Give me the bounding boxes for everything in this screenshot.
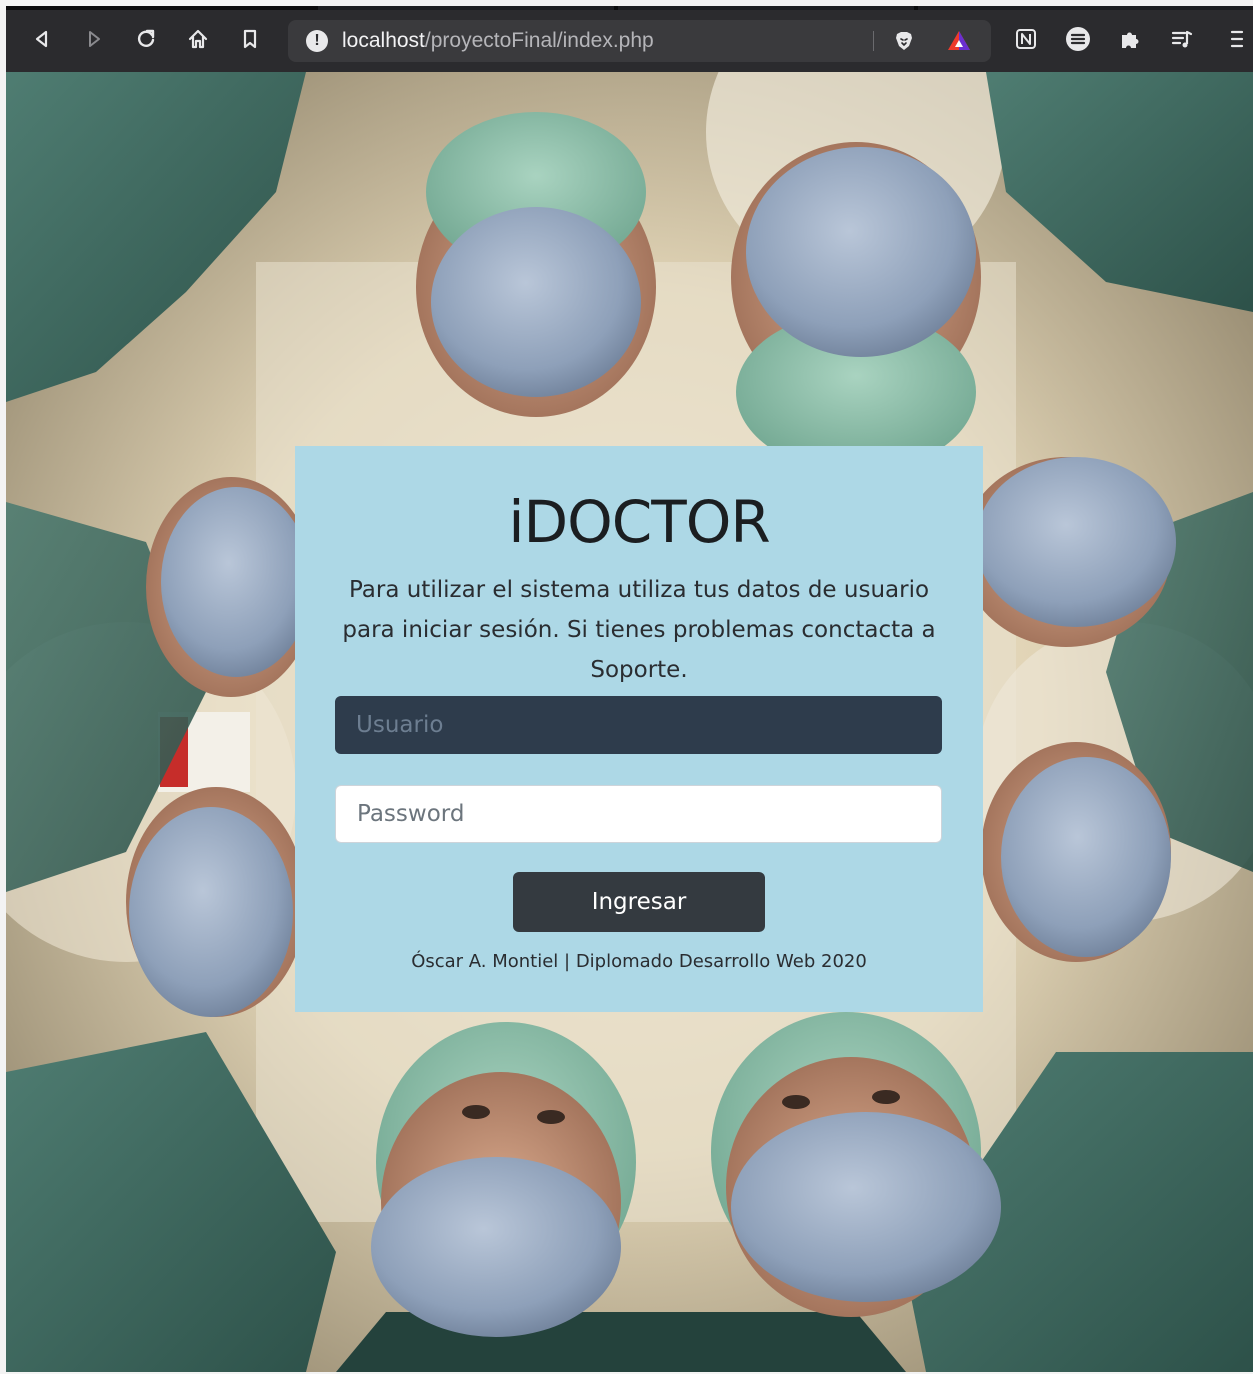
brave-rewards-triangle-icon[interactable]	[943, 25, 975, 57]
bookmark-icon[interactable]	[234, 23, 266, 55]
url-divider	[873, 31, 874, 51]
info-icon[interactable]: !	[306, 30, 328, 52]
url-path: /proyectoFinal/index.php	[424, 29, 654, 52]
page-viewport: iDOCTOR Para utilizar el sistema utiliza…	[6, 72, 1253, 1372]
list-circle-icon[interactable]	[1062, 23, 1094, 55]
browser-window: ! localhost/proyectoFinal/index.php iDOC…	[6, 6, 1253, 1372]
login-button[interactable]: Ingresar	[513, 872, 765, 932]
login-description: Para utilizar el sistema utiliza tus dat…	[342, 577, 936, 683]
forward-arrow-icon[interactable]	[78, 23, 110, 55]
browser-toolbar: ! localhost/proyectoFinal/index.php	[6, 10, 1253, 72]
login-card: iDOCTOR Para utilizar el sistema utiliza…	[295, 446, 983, 1012]
menu-icon[interactable]	[1218, 23, 1250, 55]
brave-lion-icon[interactable]	[888, 25, 920, 57]
url-host: localhost	[342, 29, 425, 52]
reload-icon[interactable]	[130, 23, 162, 55]
url-text[interactable]: localhost/proyectoFinal/index.php	[342, 29, 654, 53]
home-icon[interactable]	[182, 23, 214, 55]
card-footer-credit: Óscar A. Montiel | Diplomado Desarrollo …	[411, 951, 867, 972]
username-input[interactable]	[335, 696, 942, 754]
password-input[interactable]	[335, 785, 942, 843]
notion-icon[interactable]	[1010, 23, 1042, 55]
puzzle-icon[interactable]	[1114, 23, 1146, 55]
address-bar[interactable]: ! localhost/proyectoFinal/index.php	[288, 20, 991, 62]
back-arrow-icon[interactable]	[26, 23, 58, 55]
app-title: iDOCTOR	[508, 488, 770, 556]
playlist-icon[interactable]	[1166, 23, 1198, 55]
